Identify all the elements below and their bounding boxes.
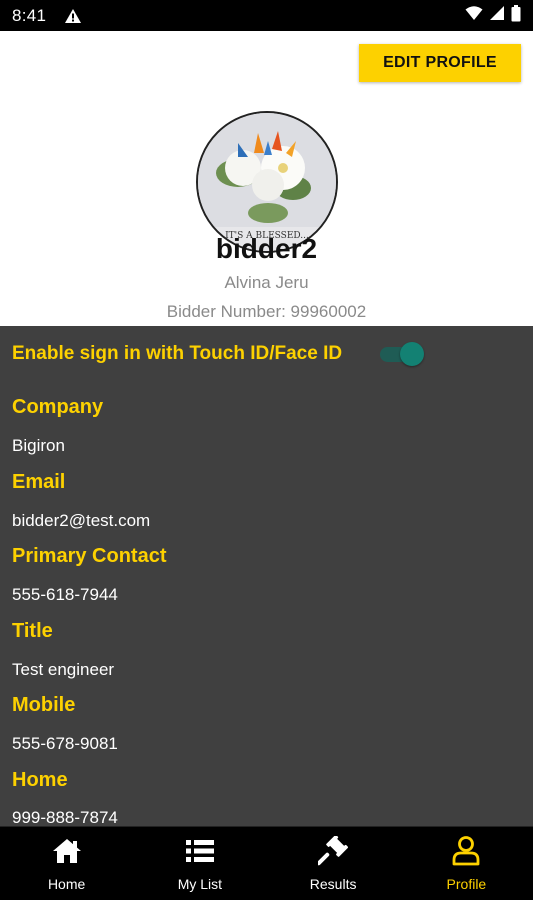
company-value: Bigiron xyxy=(12,436,65,455)
touch-id-toggle[interactable] xyxy=(380,342,424,366)
company-label: Company xyxy=(12,396,104,418)
bidder-number: Bidder Number: 99960002 xyxy=(166,302,367,321)
person-icon xyxy=(450,835,482,867)
nav-label-my-list: My List xyxy=(177,876,223,892)
status-time: 8:41 xyxy=(12,5,47,25)
avatar[interactable]: IT'S A BLESSED... xyxy=(196,111,338,253)
list-icon xyxy=(184,835,216,867)
signal-icon xyxy=(489,5,505,26)
bottom-nav: Home My List Results Profile xyxy=(0,826,533,900)
nav-label-home: Home xyxy=(47,876,86,892)
primary-contact-value: 555-618-7944 xyxy=(12,585,118,604)
home-label: Home xyxy=(12,769,68,791)
mobile-value: 555-678-9081 xyxy=(12,734,118,753)
touch-id-label: Enable sign in with Touch ID/Face ID xyxy=(12,343,343,364)
nav-item-results[interactable]: Results xyxy=(267,827,400,900)
avatar-image: IT'S A BLESSED... xyxy=(198,113,336,251)
alert-icon xyxy=(64,8,82,24)
battery-icon xyxy=(511,4,521,27)
title-value: Test engineer xyxy=(12,660,115,679)
mobile-label: Mobile xyxy=(12,694,76,716)
email-label: Email xyxy=(12,471,66,493)
profile-header: EDIT PROFILE IT'S A BLESSED... bidder2 A… xyxy=(0,31,533,326)
title-label: Title xyxy=(12,620,53,642)
username: bidder2 xyxy=(215,233,318,264)
nav-item-home[interactable]: Home xyxy=(0,827,133,900)
toggle-thumb xyxy=(400,342,424,366)
edit-profile-button[interactable]: EDIT PROFILE xyxy=(359,44,521,82)
nav-item-my-list[interactable]: My List xyxy=(133,827,266,900)
full-name: Alvina Jeru xyxy=(224,273,309,292)
nav-label-results: Results xyxy=(309,876,357,892)
email-value: bidder2@test.com xyxy=(12,511,151,530)
wifi-icon xyxy=(465,5,483,26)
home-value: 999-888-7874 xyxy=(12,808,118,826)
touch-id-row: Enable sign in with Touch ID/Face ID xyxy=(12,342,521,366)
home-icon xyxy=(51,835,83,867)
profile-details: Enable sign in with Touch ID/Face ID Com… xyxy=(0,326,533,826)
status-bar: 8:41 xyxy=(0,0,533,31)
nav-label-profile: Profile xyxy=(446,876,487,892)
nav-item-profile[interactable]: Profile xyxy=(400,827,533,900)
gavel-icon xyxy=(317,835,349,867)
primary-contact-label: Primary Contact xyxy=(12,545,167,567)
